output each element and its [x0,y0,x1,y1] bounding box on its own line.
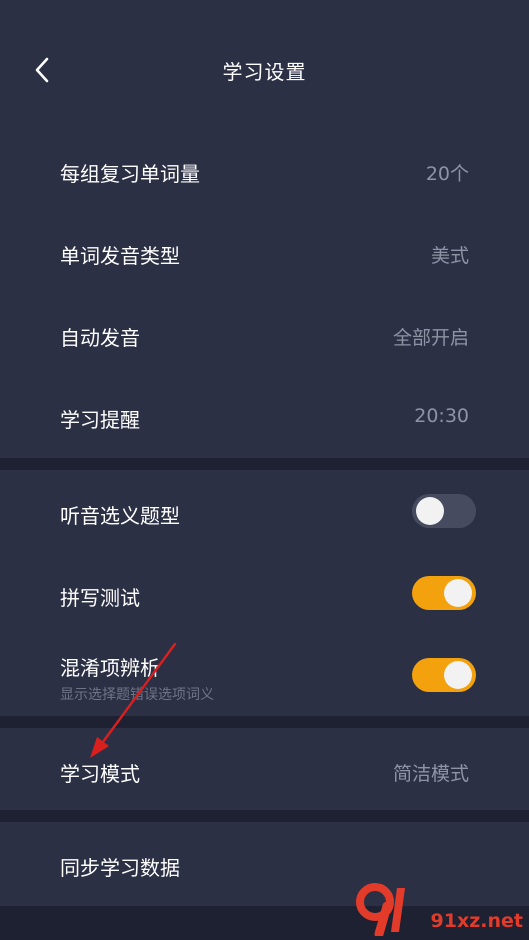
setting-subtitle: 显示选择题错误选项词义 [60,687,214,703]
setting-label: 学习模式 [60,762,140,786]
confusion-analysis-toggle[interactable] [412,658,476,692]
setting-row-study-mode[interactable]: 学习模式 简洁模式 [0,728,529,810]
watermark-text: 91xz.net [430,910,523,932]
setting-row-pronunciation-type[interactable]: 单词发音类型 美式 [0,212,529,294]
setting-row-review-count[interactable]: 每组复习单词量 20个 [0,130,529,212]
watermark: 91xz.net [353,880,523,936]
toggle-knob [416,497,444,525]
setting-label: 每组复习单词量 [60,162,200,186]
setting-row-listen-choose: 听音选义题型 [0,470,529,552]
setting-label: 混淆项辨析 [60,656,160,680]
setting-row-auto-pronounce[interactable]: 自动发音 全部开启 [0,294,529,376]
setting-label: 单词发音类型 [60,244,180,268]
toggle-knob [444,661,472,689]
listen-choose-toggle[interactable] [412,494,476,528]
settings-group-mode: 学习模式 简洁模式 [0,728,529,810]
setting-row-confusion-analysis: 混淆项辨析 显示选择题错误选项词义 [0,634,529,716]
header-bar: 学习设置 [0,0,529,140]
section-divider [0,458,529,470]
watermark-logo-icon [356,883,405,936]
setting-value: 20:30 [414,405,469,427]
setting-row-spelling-test: 拼写测试 [0,552,529,634]
setting-label: 学习提醒 [60,408,140,432]
page-title: 学习设置 [222,60,307,84]
settings-group-quiz: 听音选义题型 拼写测试 混淆项辨析 显示选择题错误选项词义 [0,470,529,716]
setting-value: 简洁模式 [392,763,469,785]
spelling-test-toggle[interactable] [412,576,476,610]
toggle-knob [444,579,472,607]
setting-label: 自动发音 [60,326,140,350]
setting-value: 美式 [430,245,469,267]
setting-row-study-reminder[interactable]: 学习提醒 20:30 [0,376,529,458]
section-divider [0,716,529,728]
setting-label: 拼写测试 [60,586,140,610]
setting-value: 20个 [425,163,469,185]
setting-label: 听音选义题型 [60,504,180,528]
settings-group-basic: 每组复习单词量 20个 单词发音类型 美式 自动发音 全部开启 学习提醒 20:… [0,130,529,458]
setting-value: 全部开启 [392,327,469,349]
setting-label: 同步学习数据 [60,856,180,880]
section-divider [0,810,529,822]
